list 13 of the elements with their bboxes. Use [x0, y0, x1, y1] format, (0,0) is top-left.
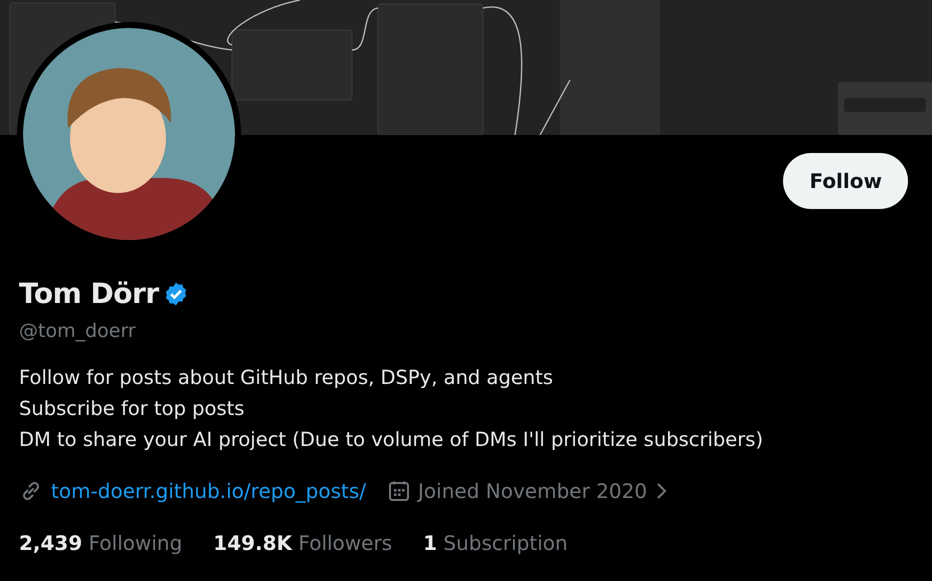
calendar-icon [388, 480, 410, 502]
bio-line: Follow for posts about GitHub repos, DSPy, and agents [19, 364, 554, 390]
profile-handle: @tom_doerr [19, 319, 137, 344]
bio-line: DM to share your AI project (Due to volume of DMs I'll prioritize subscribers) [19, 426, 764, 452]
profile-name: Tom Dörr [19, 276, 159, 312]
bio-line: Subscribe for top posts [19, 396, 246, 422]
stat-link[interactable]: 2,439 Following [19, 528, 182, 558]
joined-date: Joined November 2020 [418, 478, 648, 504]
stat-link[interactable]: 149.8K Followers [213, 528, 392, 558]
chevron-right-icon[interactable] [655, 482, 668, 500]
stat-link[interactable]: 1 Subscription [423, 528, 568, 558]
website-link[interactable]: tom-doerr.github.io/repo_posts/ [51, 476, 366, 506]
follow-button[interactable]: Follow [783, 153, 908, 209]
